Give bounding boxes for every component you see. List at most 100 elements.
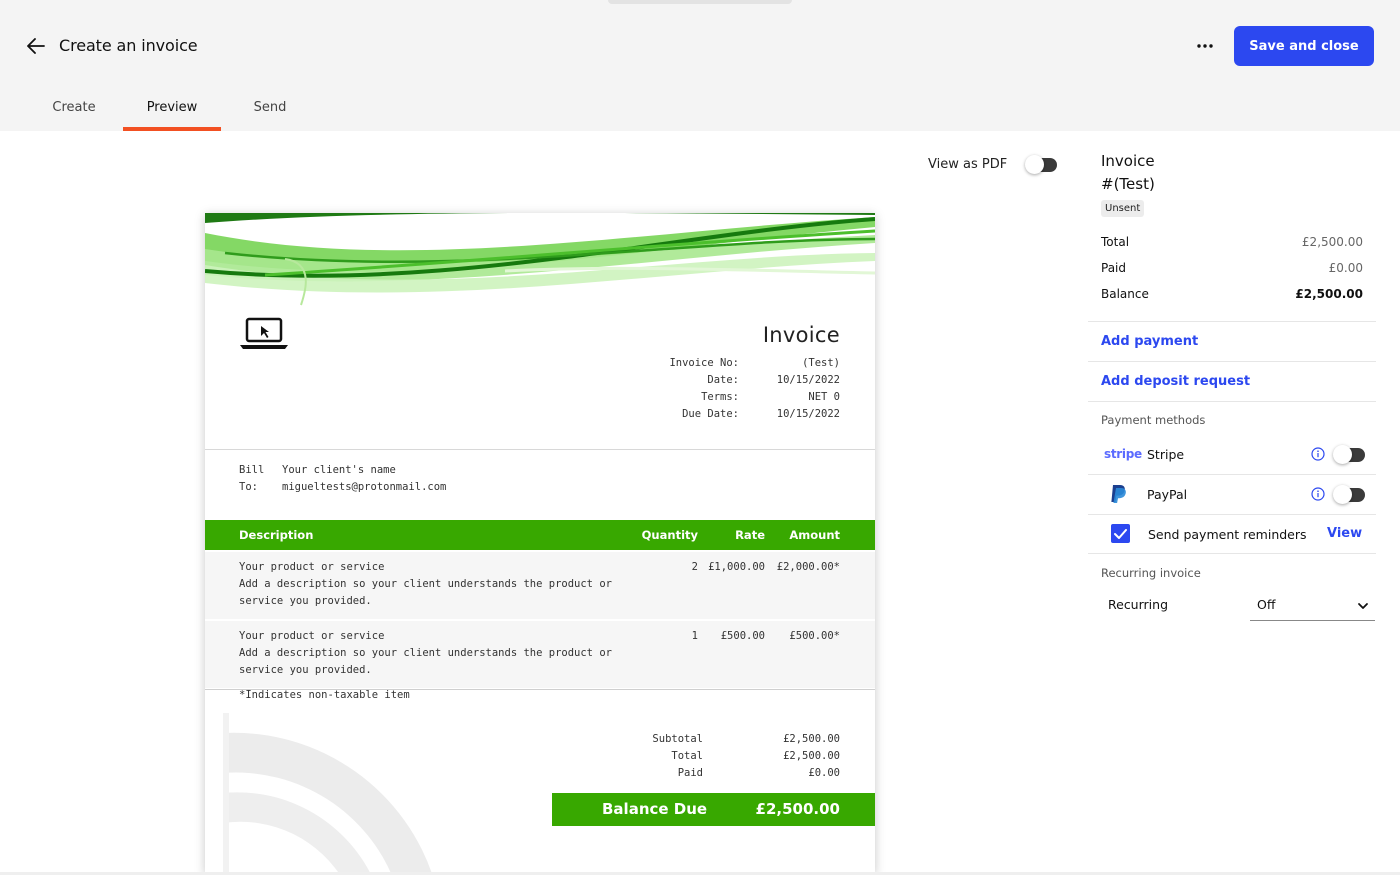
add-payment-link[interactable]: Add payment bbox=[1101, 334, 1198, 349]
invoice-date-label: Date: bbox=[707, 374, 739, 386]
bill-to-label: Bill To: bbox=[239, 462, 275, 496]
active-tab-indicator bbox=[123, 127, 221, 131]
item-name: Your product or service bbox=[239, 561, 385, 573]
divider bbox=[1088, 474, 1376, 475]
summary-total-value: £2,500.00 bbox=[1301, 235, 1363, 249]
recurring-label: Recurring bbox=[1108, 597, 1168, 612]
add-deposit-request-link[interactable]: Add deposit request bbox=[1101, 374, 1250, 389]
balance-due-value: £2,500.00 bbox=[755, 800, 840, 818]
tab-send[interactable]: Send bbox=[225, 100, 315, 115]
sidebar-invoice-title: Invoice #(Test) bbox=[1101, 150, 1181, 196]
total-label: Total bbox=[671, 750, 703, 762]
divider bbox=[1088, 553, 1376, 554]
page-title: Create an invoice bbox=[59, 36, 198, 55]
column-description: Description bbox=[239, 528, 314, 542]
paid-value: £0.00 bbox=[808, 767, 840, 779]
recurring-value: Off bbox=[1257, 597, 1276, 612]
save-and-close-button[interactable]: Save and close bbox=[1234, 26, 1374, 66]
decorative-arc bbox=[223, 713, 432, 873]
invoice-terms-label: Terms: bbox=[701, 391, 739, 403]
item-quantity: 2 bbox=[691, 561, 698, 573]
invoice-due-label: Due Date: bbox=[682, 408, 739, 420]
back-button[interactable] bbox=[24, 34, 48, 58]
invoice-meta-labels: Invoice No: Date: Terms: Due Date: bbox=[645, 355, 739, 423]
chevron-down-icon bbox=[1358, 603, 1368, 609]
summary-paid-label: Paid bbox=[1101, 261, 1127, 275]
info-icon[interactable] bbox=[1311, 447, 1325, 461]
tab-preview[interactable]: Preview bbox=[123, 100, 221, 115]
invoice-preview: Invoice Invoice No: Date: Terms: Due Dat… bbox=[205, 213, 875, 873]
client-email: migueltests@protonmail.com bbox=[282, 481, 447, 493]
top-notch bbox=[608, 0, 792, 4]
column-amount: Amount bbox=[789, 528, 840, 542]
item-amount: £500.00* bbox=[789, 630, 840, 642]
stripe-toggle[interactable] bbox=[1333, 445, 1365, 464]
payment-reminders-checkbox[interactable] bbox=[1111, 524, 1130, 543]
more-options-button[interactable] bbox=[1190, 34, 1220, 58]
invoice-terms: NET 0 bbox=[808, 391, 840, 403]
item-description: Add a description so your client underst… bbox=[239, 578, 612, 607]
invoice-date: 10/15/2022 bbox=[776, 374, 840, 386]
column-rate: Rate bbox=[735, 528, 765, 542]
invoice-title: Invoice bbox=[762, 323, 840, 347]
payment-methods-label: Payment methods bbox=[1101, 413, 1206, 427]
total-value: £2,500.00 bbox=[783, 750, 840, 762]
invoice-due-date: 10/15/2022 bbox=[776, 408, 840, 420]
item-name: Your product or service bbox=[239, 630, 385, 642]
status-badge: Unsent bbox=[1101, 200, 1145, 217]
tab-create[interactable]: Create bbox=[30, 100, 118, 115]
invoice-meta-values: (Test) 10/15/2022 NET 0 10/15/2022 bbox=[745, 355, 840, 423]
sidebar-title-line2: #(Test) bbox=[1101, 175, 1155, 193]
balance-due-bar: Balance Due £2,500.00 bbox=[552, 793, 875, 826]
invoice-number: (Test) bbox=[802, 357, 840, 369]
recurring-invoice-label: Recurring invoice bbox=[1101, 566, 1201, 580]
check-icon bbox=[1114, 528, 1127, 539]
divider bbox=[205, 449, 875, 450]
bill-to-label-line2: To: bbox=[239, 481, 258, 493]
recurring-select[interactable]: Off bbox=[1250, 590, 1375, 621]
bill-to-info: Your client's name migueltests@protonmai… bbox=[282, 462, 446, 496]
payment-method-paypal: PayPal bbox=[1147, 487, 1188, 502]
subtotal-label: Subtotal bbox=[652, 733, 703, 745]
laptop-icon bbox=[240, 317, 288, 349]
item-quantity: 1 bbox=[691, 630, 698, 642]
items-table-header: Description Quantity Rate Amount bbox=[205, 520, 875, 550]
more-horizontal-icon bbox=[1197, 44, 1213, 48]
view-reminders-link[interactable]: View bbox=[1327, 526, 1362, 541]
summary-balance-label: Balance bbox=[1101, 287, 1149, 301]
item-amount: £2,000.00* bbox=[776, 561, 840, 573]
totals-labels: Subtotal Total Paid bbox=[625, 731, 703, 782]
item-rate: £500.00 bbox=[720, 630, 765, 642]
payment-reminders-label: Send payment reminders bbox=[1148, 527, 1307, 542]
column-quantity: Quantity bbox=[641, 528, 698, 542]
totals-values: £2,500.00 £2,500.00 £0.00 bbox=[740, 731, 840, 782]
invoice-number-label: Invoice No: bbox=[669, 357, 739, 369]
top-bar: Create an invoice Save and close Create … bbox=[0, 0, 1400, 131]
stripe-logo: stripe bbox=[1104, 447, 1142, 461]
paypal-toggle[interactable] bbox=[1333, 485, 1365, 504]
non-taxable-note: *Indicates non-taxable item bbox=[239, 689, 410, 701]
table-row: Your product or service Add a descriptio… bbox=[205, 552, 875, 619]
invoice-header-banner bbox=[205, 213, 875, 306]
summary-paid-value: £0.00 bbox=[1328, 261, 1363, 275]
paypal-icon bbox=[1111, 485, 1126, 503]
subtotal-value: £2,500.00 bbox=[783, 733, 840, 745]
paid-label: Paid bbox=[677, 767, 703, 779]
divider bbox=[1088, 321, 1376, 322]
view-as-pdf-label: View as PDF bbox=[928, 157, 1008, 172]
table-row: Your product or service Add a descriptio… bbox=[205, 621, 875, 688]
summary-total-label: Total bbox=[1101, 235, 1130, 249]
sidebar-title-line1: Invoice bbox=[1101, 152, 1155, 170]
summary-balance-value: £2,500.00 bbox=[1295, 287, 1363, 301]
bill-to-label-line1: Bill bbox=[239, 464, 265, 476]
divider bbox=[1088, 401, 1376, 402]
info-icon[interactable] bbox=[1311, 487, 1325, 501]
balance-due-label: Balance Due bbox=[602, 800, 708, 818]
payment-method-stripe: Stripe bbox=[1147, 447, 1185, 462]
view-as-pdf-toggle[interactable] bbox=[1025, 155, 1057, 174]
divider bbox=[1088, 514, 1376, 515]
arrow-left-icon bbox=[27, 38, 45, 54]
divider bbox=[1088, 361, 1376, 362]
item-description: Add a description so your client underst… bbox=[239, 647, 612, 676]
client-name: Your client's name bbox=[282, 464, 396, 476]
